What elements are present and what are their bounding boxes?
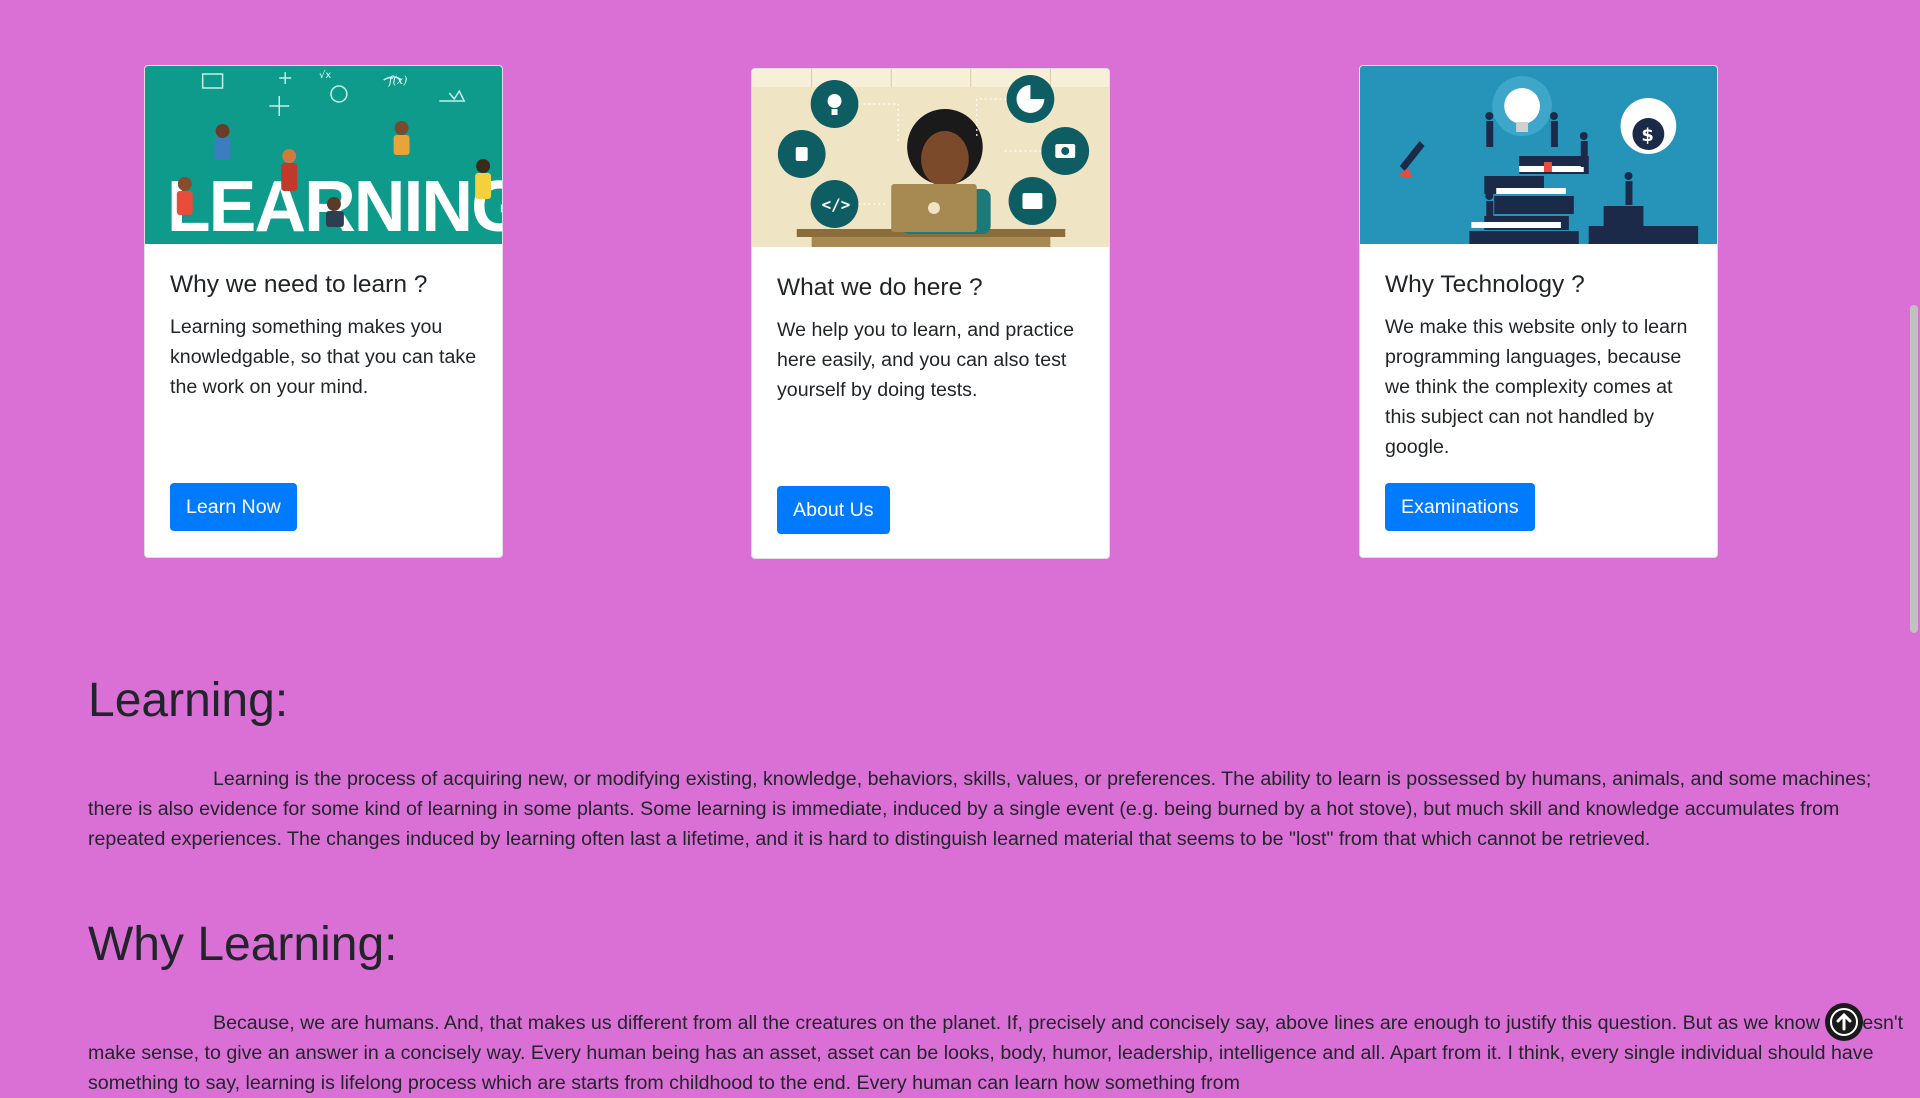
- learn-now-button[interactable]: Learn Now: [170, 483, 297, 531]
- laptop-person-illustration: </>: [752, 69, 1109, 247]
- why-learning-paragraph: Because, we are humans. And, that makes …: [88, 1012, 1904, 1094]
- examinations-button[interactable]: Examinations: [1385, 483, 1535, 531]
- card-why-learn: f(x) √x LEARNING Why we need to learn ? …: [144, 65, 503, 558]
- learning-illustration: f(x) √x LEARNING: [145, 66, 502, 244]
- technology-illustration: $: [1360, 66, 1717, 244]
- svg-text:√x: √x: [319, 70, 331, 81]
- card-title: What we do here ?: [777, 274, 983, 301]
- arrow-up-circle-icon: [1830, 1008, 1858, 1036]
- card-text: We make this website only to learn progr…: [1385, 316, 1688, 459]
- card-title: Why we need to learn ?: [170, 271, 428, 298]
- svg-text:f(x): f(x): [388, 74, 408, 87]
- learning-heading: Learning:: [88, 674, 289, 727]
- about-us-button[interactable]: About Us: [777, 486, 890, 534]
- svg-text:</>: </>: [822, 195, 851, 214]
- card-body: Why Technology ? We make this website on…: [1360, 244, 1717, 557]
- scrollbar-thumb[interactable]: [1910, 305, 1918, 633]
- card-image-technology: $: [1360, 66, 1717, 244]
- card-body: What we do here ? We help you to learn, …: [752, 247, 1109, 558]
- why-learning-heading: Why Learning:: [88, 918, 398, 971]
- svg-text:$: $: [1641, 125, 1653, 146]
- card-text: We help you to learn, and practice here …: [777, 319, 1074, 402]
- card-title: Why Technology ?: [1385, 271, 1585, 298]
- learning-paragraph: Learning is the process of acquiring new…: [88, 768, 1872, 850]
- page-scrollbar[interactable]: [1908, 0, 1920, 1080]
- card-what-we-do: </> What we do here ? We help you to lea…: [751, 68, 1110, 559]
- card-why-technology: $ Why Technology ? We make this website …: [1359, 65, 1718, 558]
- back-to-top-button[interactable]: [1825, 1003, 1863, 1041]
- card-body: Why we need to learn ? Learning somethin…: [145, 244, 502, 557]
- card-text: Learning something makes you knowledgabl…: [170, 316, 477, 399]
- card-image-learning: f(x) √x LEARNING: [145, 66, 502, 244]
- card-image-laptop: </>: [752, 69, 1109, 247]
